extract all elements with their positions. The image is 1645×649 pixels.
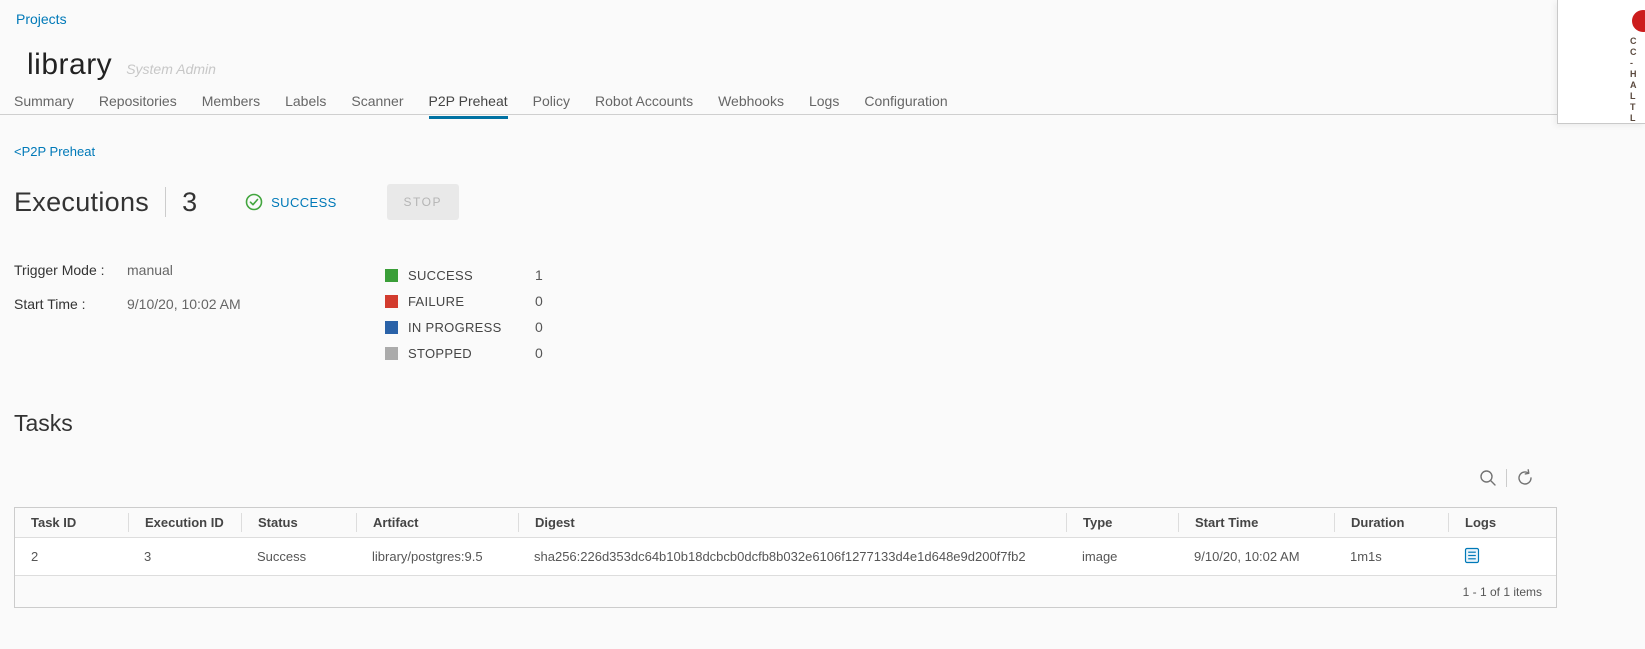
executions-header: Executions 3 SUCCESS STOP [14,184,459,220]
search-icon[interactable] [1478,468,1498,488]
legend-label: FAILURE [408,294,464,309]
pagination-summary: 1 - 1 of 1 items [1463,585,1542,599]
tab-repositories[interactable]: Repositories [99,93,177,119]
executions-title: Executions [14,187,149,218]
tab-policy[interactable]: Policy [533,93,570,119]
execution-details: Trigger Mode : manual Start Time : 9/10/… [14,262,241,330]
page-title: library [27,48,112,82]
legend-count: 0 [535,319,543,335]
project-tabs: Summary Repositories Members Labels Scan… [14,93,948,119]
table-row: 2 3 Success library/postgres:9.5 sha256:… [15,537,1556,575]
tab-scanner[interactable]: Scanner [351,93,403,119]
tasks-table-footer: 1 - 1 of 1 items [15,575,1556,607]
tab-p2p-preheat[interactable]: P2P Preheat [429,93,508,119]
clipped-text-fragments: C C - H A L T L [1630,36,1637,124]
col-type[interactable]: Type [1066,513,1178,532]
status-legend: SUCCESS 1 FAILURE 0 IN PROGRESS 0 STOPPE… [385,262,502,366]
legend-label: IN PROGRESS [408,320,502,335]
project-header: library System Admin [27,48,216,82]
cell-duration: 1m1s [1334,549,1448,564]
log-file-icon[interactable] [1464,547,1480,564]
cell-type: image [1066,549,1178,564]
cell-logs [1448,547,1558,567]
col-digest[interactable]: Digest [518,513,1066,532]
col-start-time[interactable]: Start Time [1178,513,1334,532]
cell-start-time: 9/10/20, 10:02 AM [1178,549,1334,564]
legend-count: 1 [535,267,543,283]
failure-swatch-icon [385,295,398,308]
tab-summary[interactable]: Summary [14,93,74,119]
execution-status-label: SUCCESS [271,195,337,210]
success-swatch-icon [385,269,398,282]
cell-status: Success [241,549,356,564]
cell-execution-id: 3 [128,549,241,564]
col-task-id[interactable]: Task ID [15,513,128,532]
tasks-grid-toolbar [1478,468,1535,488]
legend-row-failure: FAILURE 0 [385,288,502,314]
stopped-swatch-icon [385,347,398,360]
executions-count: 3 [182,187,197,218]
header-divider [165,187,166,217]
stop-button[interactable]: STOP [387,184,459,220]
legend-count: 0 [535,345,543,361]
tab-webhooks[interactable]: Webhooks [718,93,784,119]
back-to-p2p-preheat-link[interactable]: <P2P Preheat [14,144,95,159]
tasks-title: Tasks [14,410,73,437]
legend-row-in-progress: IN PROGRESS 0 [385,314,502,340]
success-check-icon [245,193,263,211]
refresh-icon[interactable] [1515,468,1535,488]
tabs-divider [0,114,1645,115]
start-time-label: Start Time : [14,296,127,312]
col-execution-id[interactable]: Execution ID [128,513,241,532]
clipped-edge-panel: C C - H A L T L [1557,0,1645,124]
col-duration[interactable]: Duration [1334,513,1448,532]
legend-row-success: SUCCESS 1 [385,262,502,288]
cell-artifact: library/postgres:9.5 [356,549,518,564]
tasks-table: Task ID Execution ID Status Artifact Dig… [14,507,1557,608]
col-artifact[interactable]: Artifact [356,513,518,532]
detail-trigger-mode: Trigger Mode : manual [14,262,241,278]
tab-robot-accounts[interactable]: Robot Accounts [595,93,693,119]
cell-digest: sha256:226d353dc64b10b18dcbcb0dcfb8b032e… [518,549,1066,564]
legend-count: 0 [535,293,543,309]
start-time-value: 9/10/20, 10:02 AM [127,296,241,312]
tab-labels[interactable]: Labels [285,93,326,119]
trigger-mode-value: manual [127,262,173,278]
tab-members[interactable]: Members [202,93,260,119]
col-status[interactable]: Status [241,513,356,532]
cell-task-id: 2 [15,549,128,564]
execution-status-badge: SUCCESS [245,193,337,211]
legend-label: STOPPED [408,346,472,361]
tab-logs[interactable]: Logs [809,93,839,119]
toolbar-divider [1506,469,1507,487]
in-progress-swatch-icon [385,321,398,334]
col-logs[interactable]: Logs [1448,513,1558,532]
project-role-label: System Admin [126,61,216,77]
legend-row-stopped: STOPPED 0 [385,340,502,366]
detail-start-time: Start Time : 9/10/20, 10:02 AM [14,296,241,312]
red-dot-icon [1632,10,1645,32]
tab-configuration[interactable]: Configuration [864,93,947,119]
legend-label: SUCCESS [408,268,473,283]
tasks-table-header: Task ID Execution ID Status Artifact Dig… [15,508,1556,537]
trigger-mode-label: Trigger Mode : [14,262,127,278]
breadcrumb-projects-link[interactable]: Projects [16,11,67,27]
